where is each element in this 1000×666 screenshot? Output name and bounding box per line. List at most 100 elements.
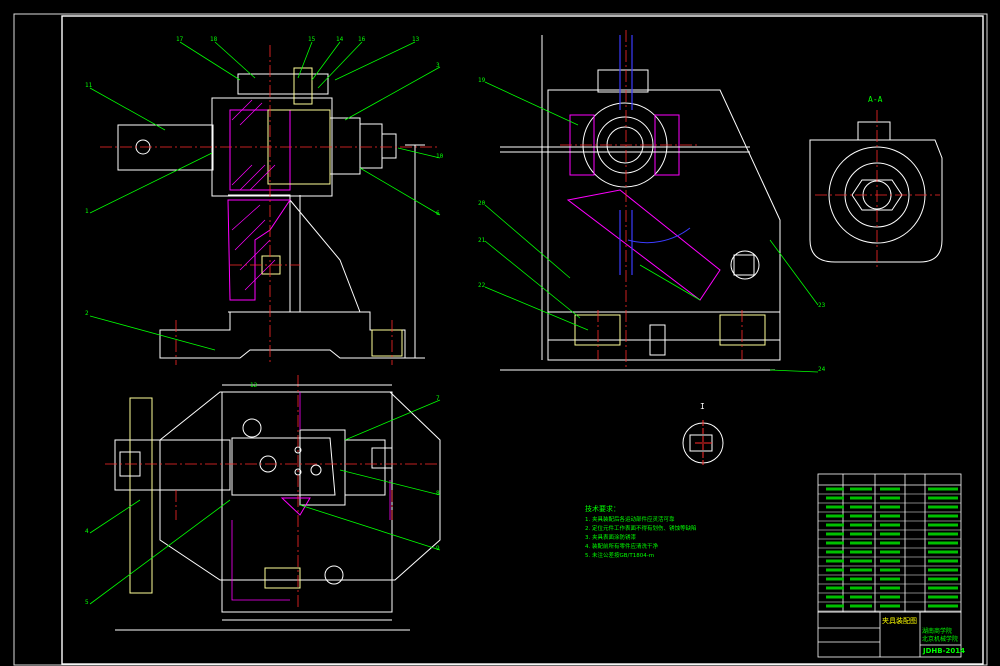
parts-cell-text [826,586,844,590]
assembly-drawing [13,13,988,666]
tech-line: 1. 夹具装配后各运动部件应灵活可靠 [585,517,675,523]
tech-line: 4. 装配前所有零件应清洗干净 [585,544,658,550]
parts-cell-text [850,559,872,563]
parts-cell-text [850,496,872,500]
parts-cell-text [826,532,844,536]
callout-front-8: 1 [85,208,89,215]
callout-front-12: 6 [436,210,440,217]
parts-cell-text [880,487,900,491]
parts-list-rows [818,487,961,612]
callout-front-2: 18 [210,36,218,43]
cad-drawing-canvas: 17 18 15 14 16 13 11 1 2 3 10 6 4 5 7 8 9 12 19 20 21 22 23 24 … [0,0,1000,666]
callout-plan-4: 8 [436,490,440,497]
parts-cell-text [928,487,958,491]
parts-cell-text [826,523,844,527]
callout-plan-5: 9 [436,545,440,552]
parts-cell-text [850,532,872,536]
callout-side-4: 22 [478,282,486,289]
detail-label: I [700,402,705,411]
callout-front-10: 3 [436,62,440,69]
parts-cell-text [880,604,900,608]
tech-line: 3. 夹具表面涂防锈漆 [585,535,636,541]
plan-view [105,375,441,631]
plan-body [221,391,393,613]
parts-cell-text [880,595,900,599]
callout-plan-1: 4 [85,528,89,535]
callout-side-6: 24 [818,366,826,373]
callout-front-1: 17 [176,36,184,43]
parts-cell-text [928,514,958,518]
parts-cell-text [880,496,900,500]
parts-cell-text [850,595,872,599]
callout-front-5: 16 [358,36,366,43]
parts-cell-text [880,577,900,581]
parts-cell-text [928,568,958,572]
parts-cell-text [850,487,872,491]
callout-plan-6: 12 [250,382,258,389]
drawing-title: 夹具装配图 [882,617,917,625]
parts-cell-text [850,550,872,554]
detail-i [682,420,724,465]
parts-cell-text [826,505,844,509]
parts-cell-text [928,595,958,599]
section-aa-view [809,110,943,270]
parts-cell-text [850,568,872,572]
tech-requirements: 技术要求： 1. 夹具装配后各运动部件应灵活可靠 2. 定位元件工作表面不得有划… [585,505,795,561]
callout-front-9: 2 [85,310,89,317]
parts-cell-text [850,577,872,581]
parts-cell-text [880,532,900,536]
parts-cell-text [850,541,872,545]
parts-cell-text [880,586,900,590]
drawing-number: JDHB-2014 [923,647,965,655]
parts-cell-text [880,523,900,527]
parts-cell-text [880,559,900,563]
callout-front-7: 11 [85,82,93,89]
parts-cell-text [850,514,872,518]
parts-cell-text [850,505,872,509]
parts-cell-text [826,541,844,545]
parts-cell-text [826,496,844,500]
parts-cell-text [880,514,900,518]
parts-cell-text [880,568,900,572]
base-block [371,329,403,357]
parts-cell-text [850,523,872,527]
parts-cell-text [928,577,958,581]
parts-cell-text [850,586,872,590]
tech-heading: 技术要求： [585,505,620,513]
school-name-2: 北京机械学院 [922,636,959,643]
parts-cell-text [880,505,900,509]
parts-cell-text [826,550,844,554]
parts-cell-text [826,595,844,599]
callout-front-3: 15 [308,36,316,43]
parts-cell-text [826,577,844,581]
handle-shaft [117,124,214,171]
parts-cell-text [928,586,958,590]
parts-cell-text [880,541,900,545]
callout-front-11: 10 [436,153,444,160]
tech-line: 2. 定位元件工作表面不得有划伤、锈蚀等缺陷 [585,526,697,532]
parts-cell-text [928,496,958,500]
front-view [100,45,440,365]
callout-plan-3: 7 [436,395,440,402]
callout-front-4: 14 [336,36,344,43]
parts-cell-text [928,541,958,545]
callout-side-5: 23 [818,302,826,309]
parts-cell-text [826,487,844,491]
parts-cell-text [928,550,958,554]
callout-plan-2: 5 [85,599,89,606]
parts-cell-text [826,604,844,608]
parts-cell-text [880,550,900,554]
parts-cell-text [928,604,958,608]
callout-side-1: 19 [478,77,486,84]
leaders-side [484,81,819,373]
section-label: A-A [868,95,883,104]
parts-cell-text [850,604,872,608]
parts-cell-text [826,514,844,518]
parts-cell-text [928,559,958,563]
parts-cell-text [928,505,958,509]
tech-line: 5. 未注公差按GB/T1804-m [585,553,655,559]
callout-side-3: 21 [478,237,486,244]
parts-cell-text [928,532,958,536]
callout-front-6: 13 [412,36,420,43]
side-view [500,30,781,371]
